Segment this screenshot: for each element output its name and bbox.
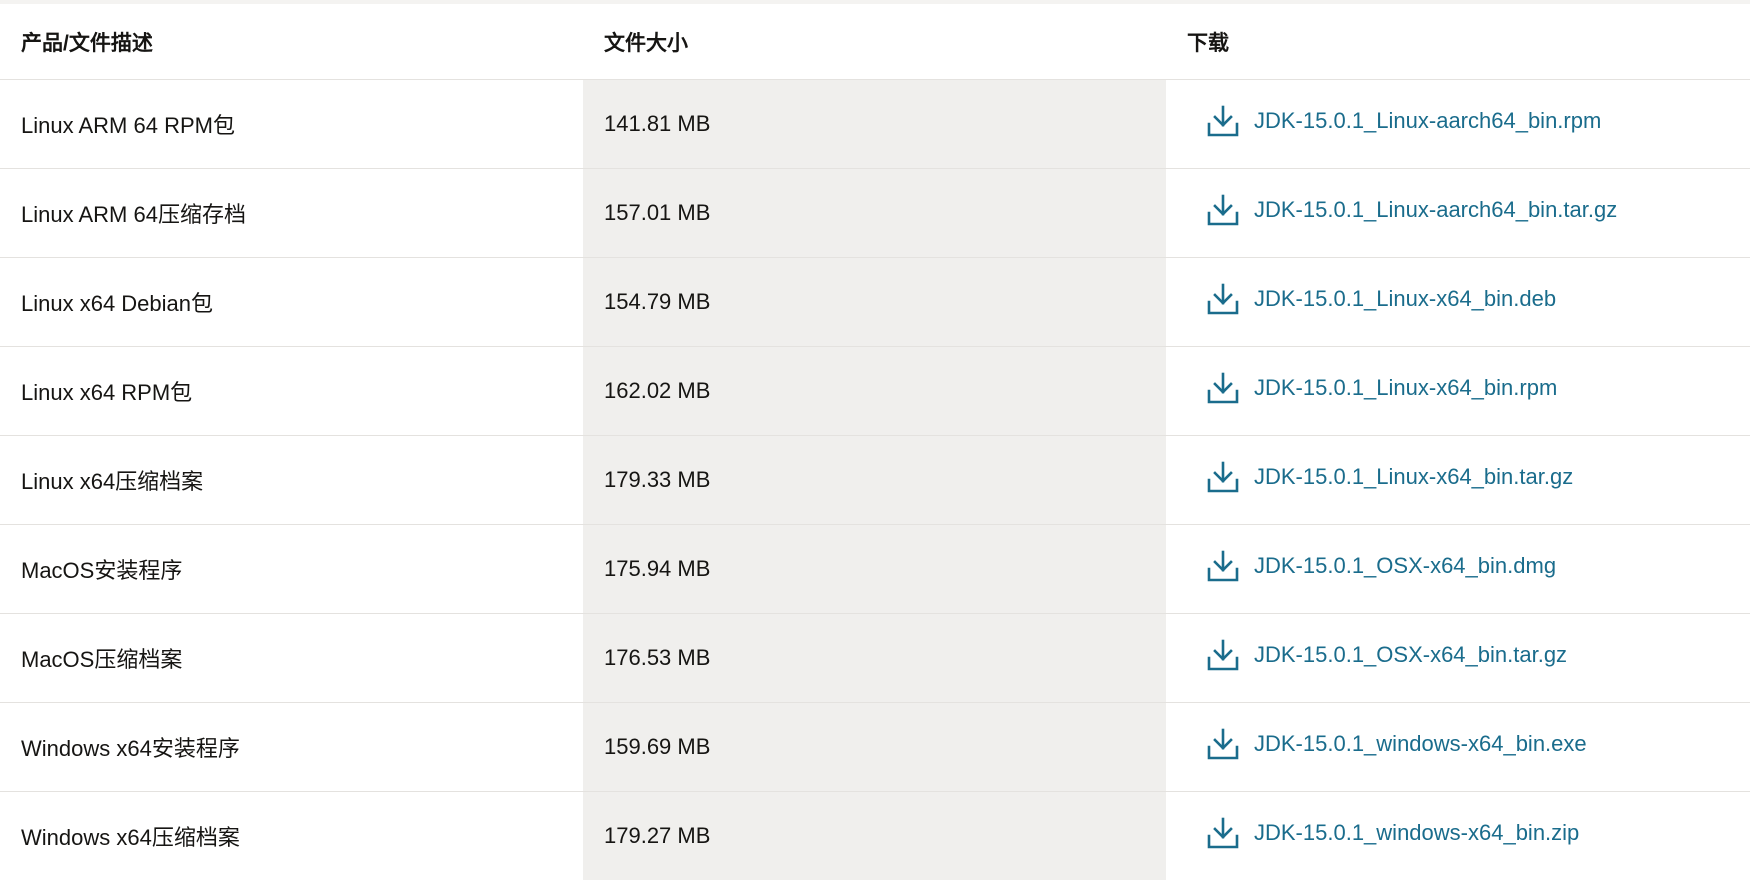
download-link[interactable]: JDK-15.0.1_windows-x64_bin.zip (1206, 816, 1579, 850)
download-icon (1206, 727, 1240, 761)
file-size: 141.81 MB (583, 80, 1166, 169)
download-icon (1206, 460, 1240, 494)
download-cell: JDK-15.0.1_Linux-aarch64_bin.tar.gz (1166, 169, 1750, 258)
header-size: 文件大小 (583, 4, 1166, 80)
download-cell: JDK-15.0.1_Linux-aarch64_bin.rpm (1166, 80, 1750, 169)
download-link[interactable]: JDK-15.0.1_Linux-x64_bin.tar.gz (1206, 460, 1573, 494)
file-description: Linux ARM 64 RPM包 (0, 80, 583, 169)
download-filename: JDK-15.0.1_OSX-x64_bin.tar.gz (1254, 642, 1567, 668)
download-icon (1206, 282, 1240, 316)
download-link[interactable]: JDK-15.0.1_Linux-x64_bin.deb (1206, 282, 1556, 316)
download-filename: JDK-15.0.1_Linux-x64_bin.tar.gz (1254, 464, 1573, 490)
download-icon (1206, 371, 1240, 405)
download-filename: JDK-15.0.1_windows-x64_bin.exe (1254, 731, 1587, 757)
table-row: Windows x64压缩档案 179.27 MB JDK-1 (0, 792, 1750, 880)
file-description: Linux x64 RPM包 (0, 347, 583, 436)
download-icon (1206, 193, 1240, 227)
download-link[interactable]: JDK-15.0.1_windows-x64_bin.exe (1206, 727, 1587, 761)
file-size: 154.79 MB (583, 258, 1166, 347)
download-filename: JDK-15.0.1_Linux-aarch64_bin.rpm (1254, 108, 1601, 134)
download-cell: JDK-15.0.1_Linux-x64_bin.deb (1166, 258, 1750, 347)
file-description: Linux x64 Debian包 (0, 258, 583, 347)
table-body: Linux ARM 64 RPM包 141.81 MB JDK (0, 80, 1750, 880)
file-size: 159.69 MB (583, 703, 1166, 792)
download-filename: JDK-15.0.1_Linux-aarch64_bin.tar.gz (1254, 197, 1617, 223)
download-cell: JDK-15.0.1_Linux-x64_bin.rpm (1166, 347, 1750, 436)
download-link[interactable]: JDK-15.0.1_Linux-aarch64_bin.rpm (1206, 104, 1601, 138)
file-size: 175.94 MB (583, 525, 1166, 614)
table-row: Linux x64 RPM包 162.02 MB JDK-15 (0, 347, 1750, 436)
table-header: 产品/文件描述 文件大小 下载 (0, 4, 1750, 80)
download-link[interactable]: JDK-15.0.1_Linux-x64_bin.rpm (1206, 371, 1557, 405)
file-description: Windows x64压缩档案 (0, 792, 583, 880)
download-filename: JDK-15.0.1_OSX-x64_bin.dmg (1254, 553, 1556, 579)
download-cell: JDK-15.0.1_OSX-x64_bin.dmg (1166, 525, 1750, 614)
table-row: Linux x64压缩档案 179.33 MB JDK-15. (0, 436, 1750, 525)
header-row: 产品/文件描述 文件大小 下载 (0, 4, 1750, 80)
table-row: Linux x64 Debian包 154.79 MB JDK (0, 258, 1750, 347)
table-row: MacOS安装程序 175.94 MB JDK-15.0.1_ (0, 525, 1750, 614)
file-description: Linux x64压缩档案 (0, 436, 583, 525)
download-link[interactable]: JDK-15.0.1_OSX-x64_bin.tar.gz (1206, 638, 1567, 672)
download-icon (1206, 549, 1240, 583)
download-link[interactable]: JDK-15.0.1_Linux-aarch64_bin.tar.gz (1206, 193, 1617, 227)
download-page: 产品/文件描述 文件大小 下载 Linux ARM 64 RPM包 141.81… (0, 0, 1750, 877)
header-description: 产品/文件描述 (0, 4, 583, 80)
file-description: Linux ARM 64压缩存档 (0, 169, 583, 258)
download-icon (1206, 104, 1240, 138)
download-link[interactable]: JDK-15.0.1_OSX-x64_bin.dmg (1206, 549, 1556, 583)
file-size: 179.27 MB (583, 792, 1166, 880)
header-download: 下载 (1166, 4, 1750, 80)
file-size: 179.33 MB (583, 436, 1166, 525)
file-description: MacOS安装程序 (0, 525, 583, 614)
download-cell: JDK-15.0.1_windows-x64_bin.exe (1166, 703, 1750, 792)
table-row: Linux ARM 64压缩存档 157.01 MB JDK- (0, 169, 1750, 258)
download-cell: JDK-15.0.1_Linux-x64_bin.tar.gz (1166, 436, 1750, 525)
file-size: 162.02 MB (583, 347, 1166, 436)
table-row: Linux ARM 64 RPM包 141.81 MB JDK (0, 80, 1750, 169)
download-icon (1206, 638, 1240, 672)
downloads-table: 产品/文件描述 文件大小 下载 Linux ARM 64 RPM包 141.81… (0, 4, 1750, 880)
file-description: MacOS压缩档案 (0, 614, 583, 703)
file-description: Windows x64安装程序 (0, 703, 583, 792)
download-filename: JDK-15.0.1_Linux-x64_bin.rpm (1254, 375, 1557, 401)
table-row: MacOS压缩档案 176.53 MB JDK-15.0.1_ (0, 614, 1750, 703)
file-size: 176.53 MB (583, 614, 1166, 703)
download-filename: JDK-15.0.1_Linux-x64_bin.deb (1254, 286, 1556, 312)
table-row: Windows x64安装程序 159.69 MB JDK-1 (0, 703, 1750, 792)
download-icon (1206, 816, 1240, 850)
download-cell: JDK-15.0.1_OSX-x64_bin.tar.gz (1166, 614, 1750, 703)
download-cell: JDK-15.0.1_windows-x64_bin.zip (1166, 792, 1750, 880)
file-size: 157.01 MB (583, 169, 1166, 258)
download-filename: JDK-15.0.1_windows-x64_bin.zip (1254, 820, 1579, 846)
